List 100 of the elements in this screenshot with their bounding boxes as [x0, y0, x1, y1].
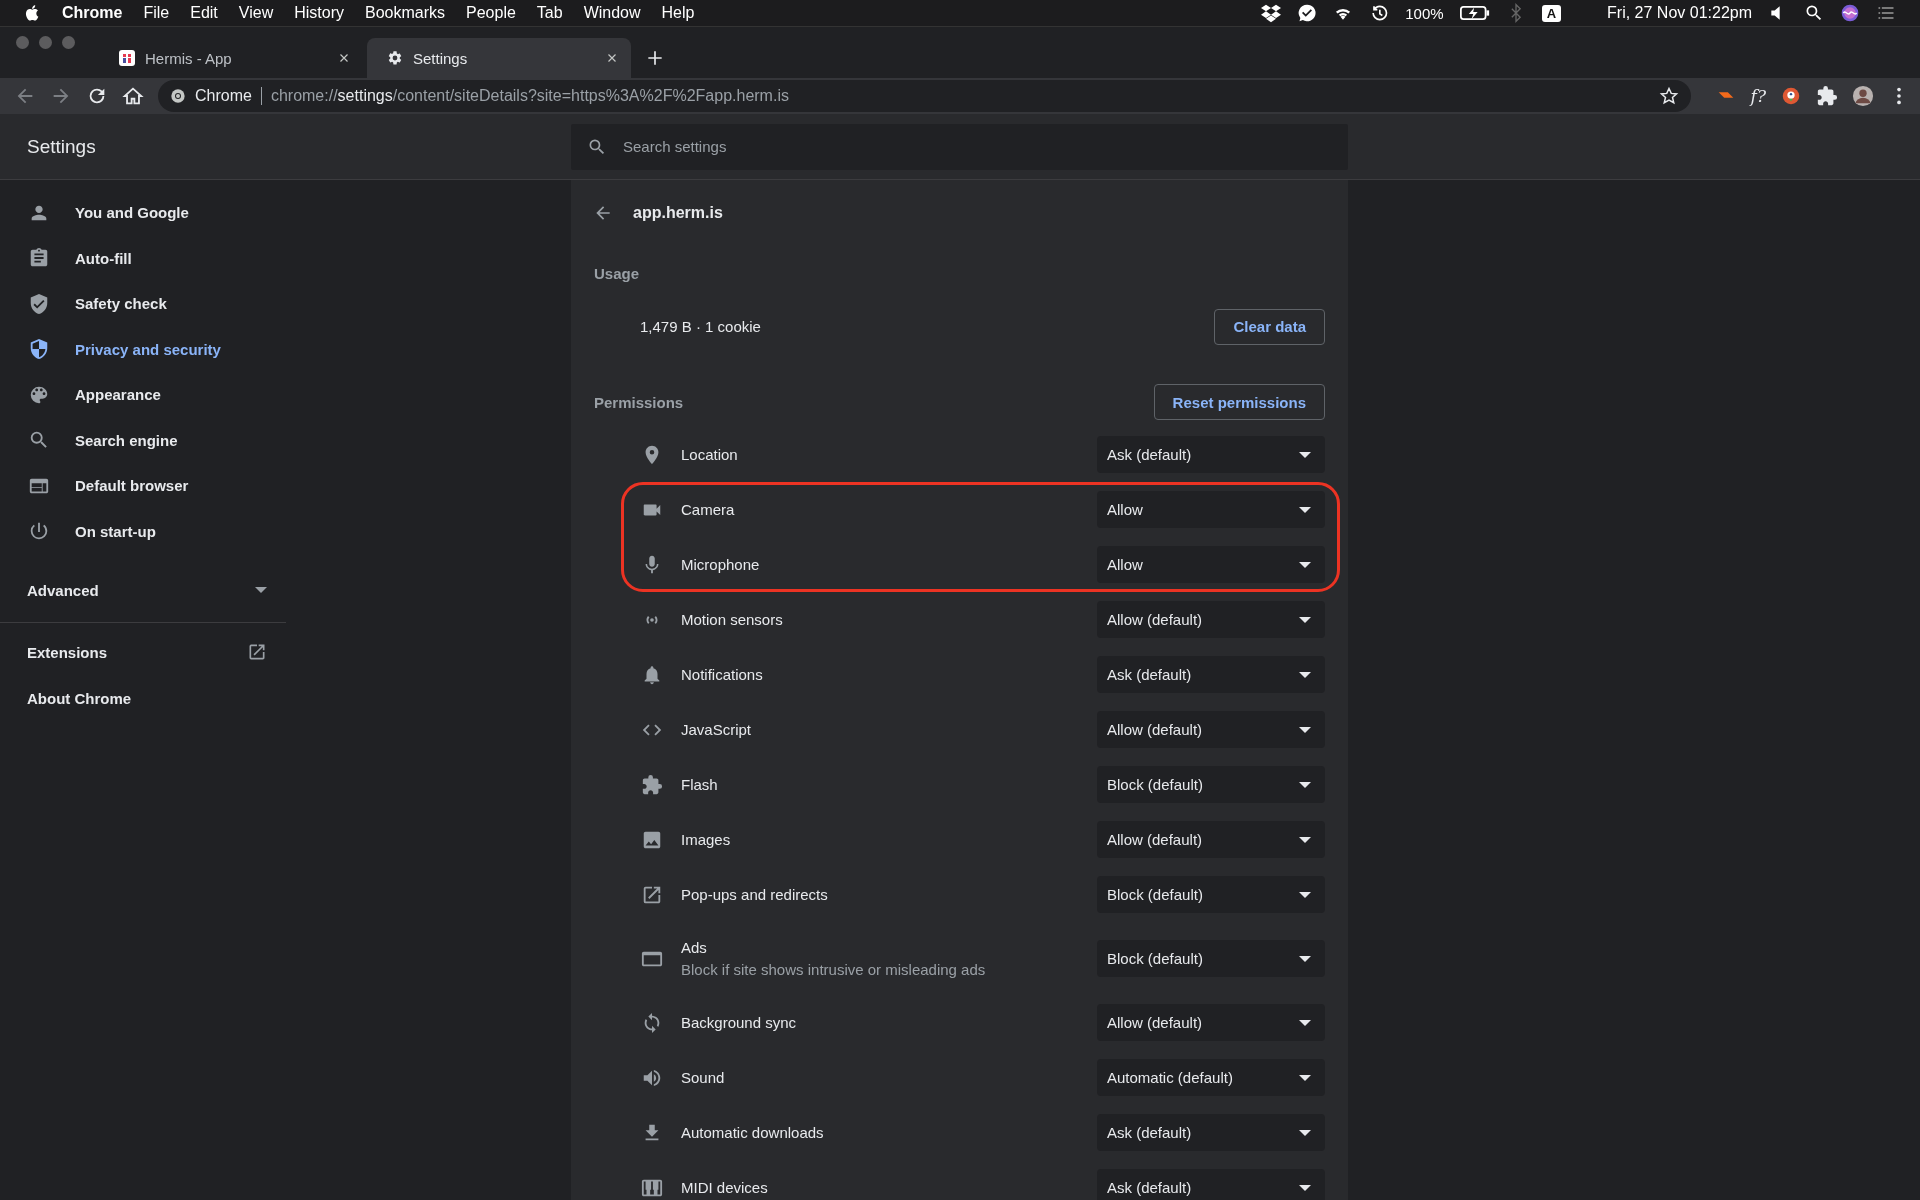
permission-label: Ads: [681, 939, 708, 956]
menu-item[interactable]: Bookmarks: [365, 4, 445, 22]
menu-item[interactable]: Tab: [536, 4, 563, 22]
caret-icon: [1299, 1074, 1311, 1081]
battery-icon[interactable]: [1459, 3, 1490, 23]
search-icon[interactable]: [1804, 3, 1824, 23]
reset-permissions-button[interactable]: Reset permissions: [1153, 384, 1325, 420]
permission-label: Background sync: [681, 1014, 798, 1031]
clock-history-icon[interactable]: [1369, 3, 1390, 23]
search-field[interactable]: Search settings: [571, 123, 1348, 170]
siri-icon[interactable]: [1840, 3, 1860, 23]
sidebar-link[interactable]: Extensions: [0, 629, 285, 675]
sidebar-item[interactable]: Default browser: [0, 463, 285, 509]
sidebar-item[interactable]: You and Google: [0, 190, 285, 236]
new-tab-icon[interactable]: [645, 48, 665, 68]
puzzle-piece-icon: [641, 773, 663, 796]
menu-item[interactable]: Help: [661, 4, 695, 22]
permission-dropdown[interactable]: Allow (default): [1097, 601, 1325, 638]
caret-icon: [1299, 451, 1311, 458]
permission-dropdown[interactable]: Automatic (default): [1097, 1059, 1325, 1096]
permission-label: Motion sensors: [681, 611, 784, 628]
section-label: Usage: [594, 264, 640, 282]
caret-icon: [1299, 616, 1311, 623]
menu-item[interactable]: Edit: [190, 4, 218, 22]
permission-dropdown[interactable]: Block (default): [1097, 876, 1325, 913]
app-favicon: [119, 50, 135, 66]
permission-dropdown[interactable]: Ask (default): [1097, 436, 1325, 473]
app-menu[interactable]: Chrome: [62, 4, 123, 22]
permission-label: Location: [681, 446, 739, 463]
check-bubble-icon[interactable]: [1297, 3, 1318, 23]
caret-icon: [1299, 671, 1311, 678]
profile-avatar[interactable]: [1852, 85, 1874, 107]
advanced-toggle[interactable]: Advanced: [0, 562, 285, 618]
shield-check-icon: [28, 292, 50, 315]
permission-label: Flash: [681, 776, 719, 793]
puzzle-piece-icon[interactable]: [1816, 85, 1838, 107]
sidebar-item[interactable]: Search engine: [0, 417, 285, 463]
permission-label: Camera: [681, 501, 736, 518]
permission-description: Block if site shows intrusive or misleading ads: [681, 961, 987, 978]
menu-item[interactable]: Window: [583, 4, 641, 22]
usage-summary: 1,479 B · 1 cookie: [640, 318, 761, 335]
input-source-indicator[interactable]: A: [1541, 4, 1562, 22]
settings-title: Settings: [27, 135, 96, 157]
menu-bar-clock[interactable]: Fri, 27 Nov 01:22pm: [1607, 4, 1752, 22]
permission-dropdown[interactable]: Ask (default): [1097, 1169, 1325, 1200]
permission-label: MIDI devices: [681, 1179, 769, 1196]
permission-dropdown[interactable]: Block (default): [1097, 940, 1325, 977]
caret-icon: [1299, 726, 1311, 733]
browser-tab[interactable]: Hermis - App: [99, 38, 363, 78]
menu-item[interactable]: History: [294, 4, 344, 22]
caret-icon: [1299, 506, 1311, 513]
permission-dropdown[interactable]: Ask (default): [1097, 1114, 1325, 1151]
permission-dropdown[interactable]: Allow (default): [1097, 821, 1325, 858]
caret-icon: [1299, 781, 1311, 788]
permission-dropdown[interactable]: Allow: [1097, 491, 1325, 528]
section-label: Permissions: [594, 393, 684, 411]
permission-label: Notifications: [681, 666, 764, 683]
sidebar-link[interactable]: About Chrome: [0, 675, 285, 721]
permission-label: Microphone: [681, 556, 761, 573]
sidebar-item[interactable]: Privacy and security: [0, 326, 285, 372]
gear-icon: [387, 50, 403, 66]
menu-item[interactable]: People: [466, 4, 516, 22]
battery-percent: 100%: [1405, 4, 1444, 22]
permission-dropdown[interactable]: Allow (default): [1097, 1004, 1325, 1041]
zoom-window-button[interactable]: [62, 36, 75, 49]
permission-label: Sound: [681, 1069, 726, 1086]
sidebar-item[interactable]: Appearance: [0, 372, 285, 418]
permission-label: Pop-ups and redirects: [681, 886, 829, 903]
minimize-window-button[interactable]: [39, 36, 52, 49]
site-title: app.herm.is: [633, 204, 723, 222]
open-in-new-icon: [247, 642, 267, 662]
permission-dropdown[interactable]: Allow: [1097, 546, 1325, 583]
dropbox-icon[interactable]: [1261, 3, 1282, 23]
caret-icon: [255, 587, 267, 593]
caret-icon: [1299, 1184, 1311, 1191]
bookmark-star-icon[interactable]: [1658, 86, 1679, 106]
caret-icon: [1299, 836, 1311, 843]
chrome-logo-icon: [170, 88, 186, 104]
permission-label: Images: [681, 831, 732, 848]
menu-item[interactable]: File: [143, 4, 170, 22]
close-window-button[interactable]: [16, 36, 29, 49]
browser-tab[interactable]: Settings: [367, 38, 631, 78]
home-icon[interactable]: [122, 85, 144, 107]
permission-dropdown[interactable]: Allow (default): [1097, 711, 1325, 748]
sidebar-item[interactable]: Safety check: [0, 281, 285, 327]
permission-dropdown[interactable]: Ask (default): [1097, 656, 1325, 693]
caret-icon: [1299, 955, 1311, 962]
extension-button[interactable]: f?: [1750, 86, 1766, 106]
clear-data-button[interactable]: Clear data: [1214, 308, 1325, 345]
sidebar-item[interactable]: Auto-fill: [0, 235, 285, 281]
permission-label: JavaScript: [681, 721, 753, 738]
address-bar[interactable]: Chrome chrome://settings/content/siteDetails?site=https%3A%2F%2Fapp.herm.is: [158, 80, 1691, 112]
permission-dropdown[interactable]: Block (default): [1097, 766, 1325, 803]
sidebar-item[interactable]: On start-up: [0, 508, 285, 554]
caret-icon: [1299, 1129, 1311, 1136]
caret-icon: [1299, 891, 1311, 898]
menu-item[interactable]: View: [238, 4, 274, 22]
shield-icon: [28, 338, 50, 361]
permission-label: Automatic downloads: [681, 1124, 825, 1141]
caret-icon: [1299, 561, 1311, 568]
